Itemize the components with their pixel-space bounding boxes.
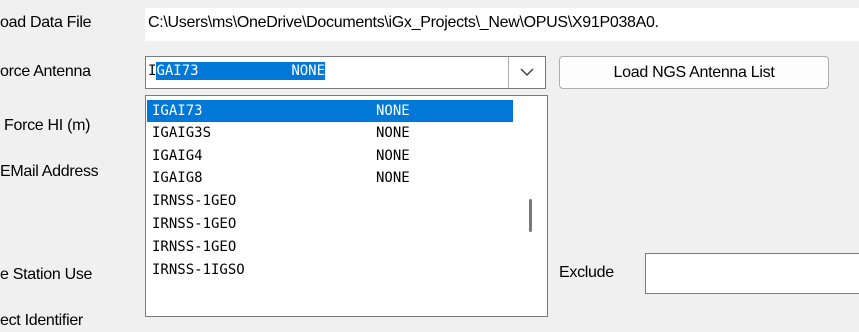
combo-value: IGAI73 NONE xyxy=(148,62,326,80)
label-force-hi: Force HI (m) xyxy=(4,117,91,134)
label-email-address: EMail Address xyxy=(0,163,99,180)
list-item-name: IGAIG8 xyxy=(152,170,203,186)
label-project-identifier: ect Identifier xyxy=(0,312,83,329)
list-item[interactable]: IRNSS-1GEO xyxy=(147,190,513,212)
label-exclude: Exclude xyxy=(559,264,614,281)
load-ngs-antenna-list-button[interactable]: Load NGS Antenna List xyxy=(559,56,829,89)
load-data-file-field[interactable]: C:\Users\ms\OneDrive\Documents\iGx_Proje… xyxy=(145,8,859,41)
list-item[interactable]: IGAIG3S NONE xyxy=(147,122,513,144)
label-force-antenna: orce Antenna xyxy=(0,63,91,80)
list-item[interactable]: IGAIG8 NONE xyxy=(147,167,513,189)
list-item[interactable]: IRNSS-1IGSO xyxy=(147,259,513,281)
label-load-data-file: oad Data File xyxy=(0,14,92,31)
list-item-name: IGAIG4 xyxy=(152,148,203,164)
list-item-radome: NONE xyxy=(376,148,410,164)
list-item[interactable]: IGAI73 NONE xyxy=(147,100,513,122)
list-item[interactable]: IGAIG4 NONE xyxy=(147,145,513,167)
list-item-name: IGAI73 xyxy=(152,103,203,119)
list-item-name: IRNSS-1GEO xyxy=(152,239,237,255)
exclude-input[interactable] xyxy=(645,253,859,294)
list-item-name: IGAIG3S xyxy=(152,125,212,141)
combo-selected-name: GAI73 xyxy=(156,63,199,79)
list-item[interactable]: IRNSS-1GEO xyxy=(147,213,513,235)
list-item-radome: NONE xyxy=(376,125,410,141)
chevron-down-icon xyxy=(520,68,534,76)
list-item-radome: NONE xyxy=(376,103,410,119)
combo-gap xyxy=(199,63,292,79)
list-item-radome: NONE xyxy=(376,170,410,186)
list-item-name: IRNSS-1GEO xyxy=(152,216,237,232)
antenna-dropdown-list[interactable]: IGAI73 NONE IGAIG3S NONE IGAIG4 NONE IGA… xyxy=(145,95,548,317)
combo-selected-radome: NONE xyxy=(291,63,326,79)
dropdown-scrollbar[interactable] xyxy=(514,96,547,316)
combo-selected-text: GAI73 NONE xyxy=(156,62,326,80)
list-item-name: IRNSS-1IGSO xyxy=(152,262,245,278)
scrollbar-thumb[interactable] xyxy=(529,199,532,232)
list-item[interactable]: IRNSS-1GEO xyxy=(147,236,513,258)
list-item-name: IRNSS-1GEO xyxy=(152,193,237,209)
label-station-use: e Station Use xyxy=(0,266,93,283)
force-antenna-combo[interactable]: IGAI73 NONE xyxy=(145,56,546,89)
combo-dropdown-button[interactable] xyxy=(508,57,545,88)
combo-prefix: I xyxy=(148,63,157,79)
